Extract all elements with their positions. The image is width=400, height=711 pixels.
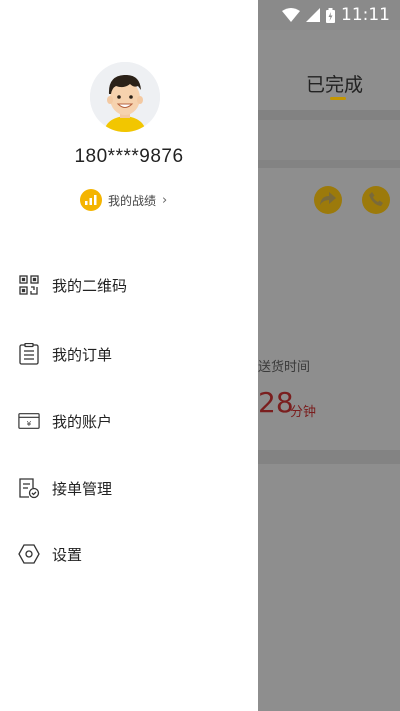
chevron-right-icon: ›: [162, 192, 168, 208]
call-button[interactable]: [362, 186, 390, 214]
share-button[interactable]: [314, 186, 342, 214]
signal-icon: [306, 8, 320, 22]
menu-item-label: 我的订单: [52, 345, 113, 364]
divider: [258, 160, 400, 168]
avatar[interactable]: [90, 62, 160, 132]
wifi-icon: [282, 8, 300, 22]
divider: [258, 110, 400, 120]
order-list-icon: [18, 343, 40, 365]
delivery-time-value: 28: [258, 386, 294, 419]
menu-item-account[interactable]: ¥ 我的账户: [18, 406, 238, 436]
menu-item-label: 我的二维码: [52, 276, 128, 295]
order-header-row: [258, 120, 400, 160]
tab-indicator: [330, 97, 346, 100]
divider: [258, 450, 400, 464]
phone-icon: [369, 191, 383, 210]
settings-hex-icon: [18, 543, 40, 565]
nav-drawer: 180****9876 我的战绩 › 我的二维码 我的订单 ¥ 我的账户 接单管…: [0, 0, 258, 711]
status-icons: 11:11: [282, 5, 390, 25]
user-avatar-icon: [90, 62, 160, 132]
forward-icon: [320, 191, 336, 210]
menu-item-label: 设置: [52, 545, 83, 564]
order-manage-icon: [18, 477, 40, 499]
delivery-time-label: 送货时间: [258, 360, 311, 375]
wallet-icon: ¥: [18, 410, 40, 432]
status-time: 11:11: [341, 5, 390, 25]
qr-code-icon: [18, 274, 40, 296]
menu-item-label: 我的账户: [52, 412, 113, 431]
menu-item-qr-code[interactable]: 我的二维码: [18, 270, 238, 300]
delivery-time-unit: 分钟: [290, 405, 317, 420]
battery-icon: [326, 7, 335, 23]
my-record-label: 我的战绩: [108, 193, 157, 208]
menu-item-label: 接单管理: [52, 479, 113, 498]
tab-completed[interactable]: 已完成: [306, 70, 363, 97]
my-record-link[interactable]: 我的战绩 ›: [80, 189, 167, 211]
menu-item-order-management[interactable]: 接单管理: [18, 473, 238, 503]
menu-item-orders[interactable]: 我的订单: [18, 339, 238, 369]
svg-text:¥: ¥: [27, 419, 32, 428]
trophy-badge-icon: [80, 189, 102, 211]
user-phone: 180****9876: [74, 146, 184, 167]
menu-item-settings[interactable]: 设置: [18, 539, 238, 569]
